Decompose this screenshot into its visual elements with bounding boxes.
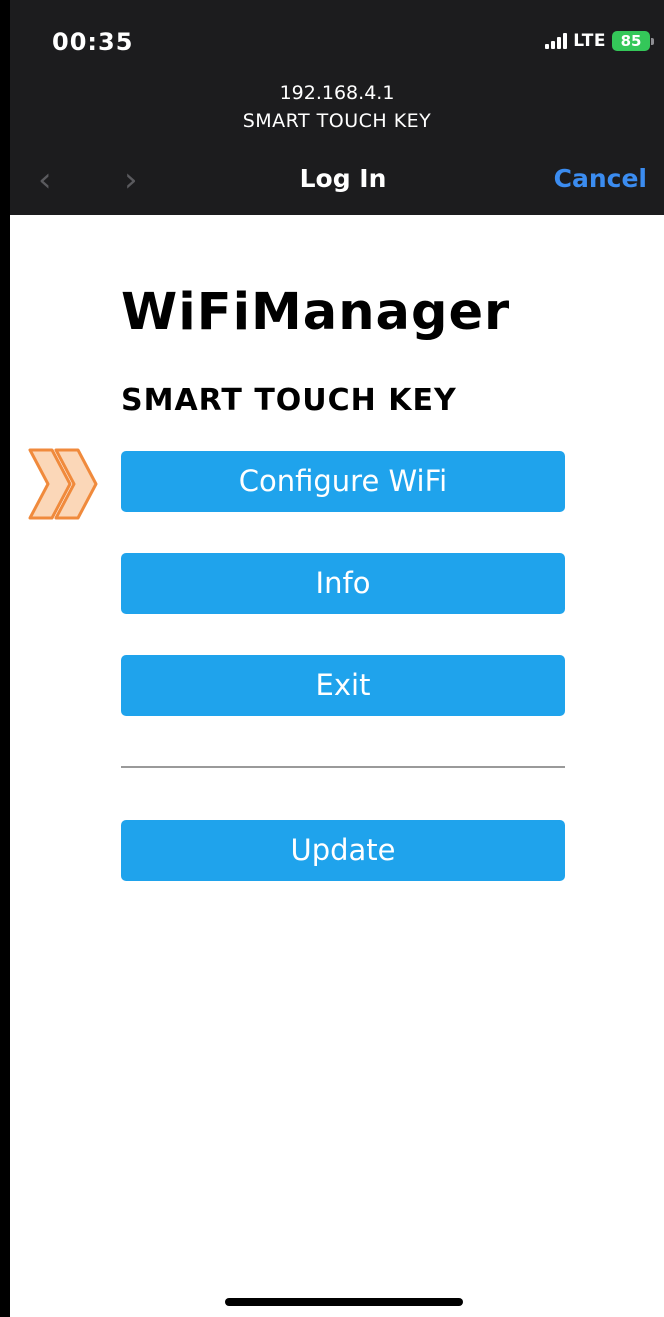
double-chevron-right-icon	[28, 448, 98, 520]
site-name: SMART TOUCH KEY	[242, 110, 432, 132]
battery-level: 85	[620, 32, 642, 50]
update-button[interactable]: Update	[121, 820, 565, 881]
info-button[interactable]: Info	[121, 553, 565, 614]
page-title: WiFiManager	[121, 283, 511, 342]
browser-header: 00:35 LTE 85 192.168.4.1 SMART TOUCH KEY…	[10, 0, 664, 215]
configure-wifi-button[interactable]: Configure WiFi	[121, 451, 565, 512]
battery-icon: 85	[612, 31, 654, 51]
home-indicator[interactable]	[225, 1298, 463, 1306]
device-name: SMART TOUCH KEY	[121, 383, 457, 418]
divider	[121, 766, 565, 768]
status-time: 00:35	[52, 28, 134, 56]
screen-edge	[0, 0, 10, 1317]
cellular-signal-icon	[545, 33, 568, 49]
status-indicators: LTE 85	[545, 31, 654, 51]
cancel-button[interactable]: Cancel	[554, 164, 647, 193]
exit-button[interactable]: Exit	[121, 655, 565, 716]
page-url: 192.168.4.1	[279, 82, 395, 104]
page-content: WiFiManager SMART TOUCH KEY Configure Wi…	[10, 215, 664, 1317]
network-type: LTE	[573, 31, 606, 51]
